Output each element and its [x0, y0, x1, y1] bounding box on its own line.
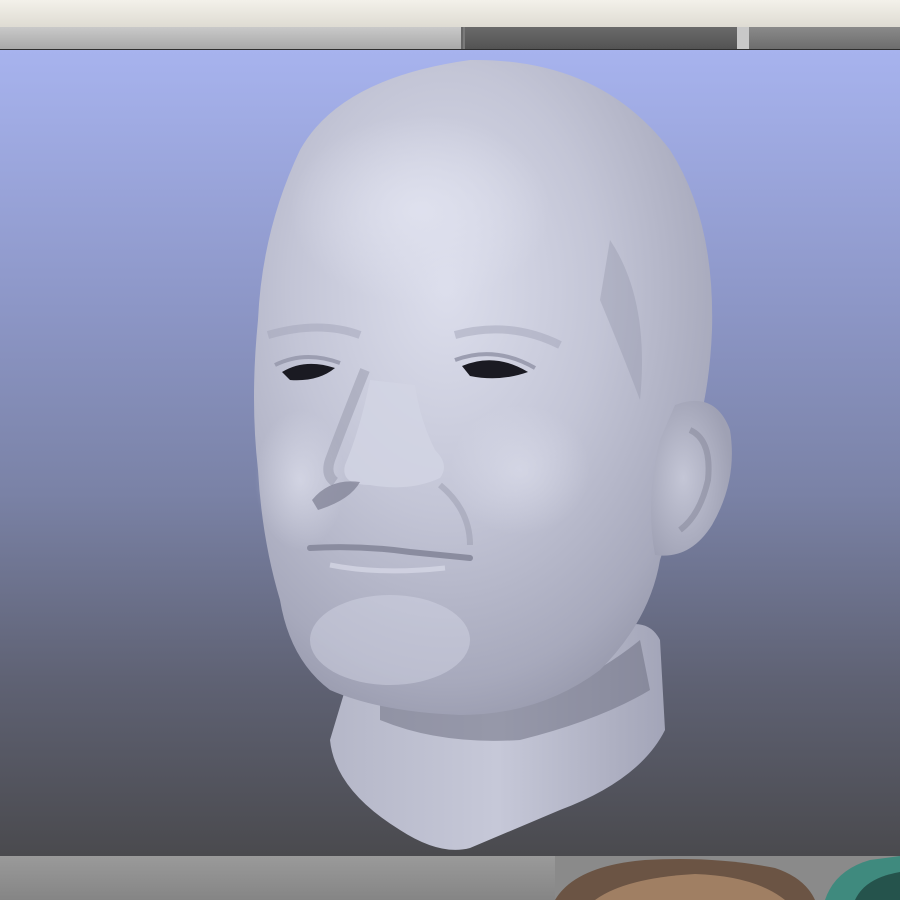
tab-bar — [0, 27, 900, 49]
tab-4[interactable] — [749, 27, 900, 49]
window-title-bar — [0, 0, 900, 30]
chin — [310, 595, 470, 685]
head-model-render — [254, 59, 732, 850]
photo-thumbnail[interactable] — [555, 856, 900, 900]
right-cheek-highlight — [450, 405, 590, 535]
3d-viewport[interactable] — [0, 50, 900, 856]
tab-1[interactable] — [0, 27, 463, 49]
tab-separator — [737, 27, 749, 49]
forehead-highlight — [290, 115, 550, 305]
tab-2[interactable] — [465, 27, 737, 49]
